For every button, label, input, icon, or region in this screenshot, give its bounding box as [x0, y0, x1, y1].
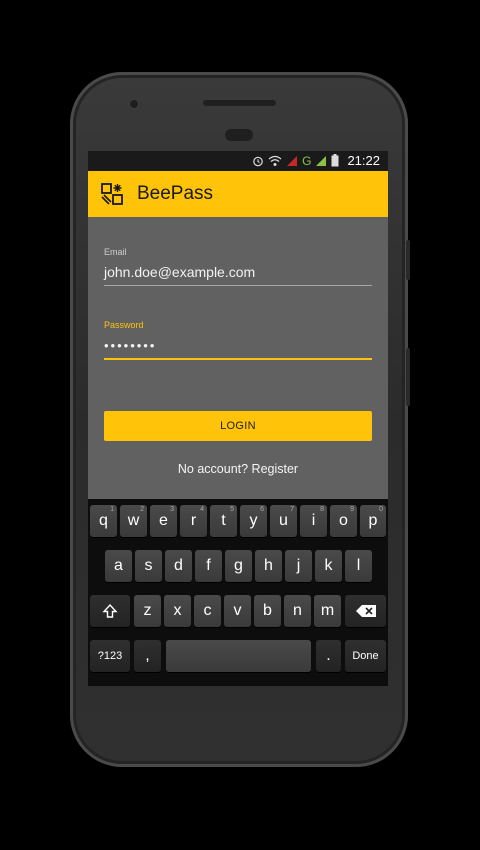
key-label: i — [311, 512, 316, 529]
key-e[interactable]: 3e — [150, 505, 177, 537]
key-m[interactable]: m — [314, 595, 341, 627]
key-o[interactable]: 9o — [330, 505, 357, 537]
backspace-icon — [355, 605, 376, 617]
key-i[interactable]: 8i — [300, 505, 327, 537]
signal-icon-2 — [316, 155, 327, 166]
front-camera — [128, 98, 140, 110]
key-s[interactable]: s — [135, 550, 162, 582]
key-q[interactable]: 1q — [90, 505, 117, 537]
key-x[interactable]: x — [164, 595, 191, 627]
comma-key[interactable]: , — [134, 640, 161, 672]
battery-icon — [331, 154, 339, 167]
key-hint: 5 — [230, 506, 234, 513]
key-hint: 8 — [320, 506, 324, 513]
done-key[interactable]: Done — [345, 640, 386, 672]
symbols-key[interactable]: ?123 — [90, 640, 130, 672]
register-link[interactable]: No account? Register — [88, 462, 388, 476]
key-t[interactable]: 5t — [210, 505, 237, 537]
key-w[interactable]: 2w — [120, 505, 147, 537]
key-v[interactable]: v — [224, 595, 251, 627]
key-hint: 4 — [200, 506, 204, 513]
key-l[interactable]: l — [345, 550, 372, 582]
key-h[interactable]: h — [255, 550, 282, 582]
email-underline — [104, 285, 372, 286]
shift-icon — [102, 603, 118, 618]
key-k[interactable]: k — [315, 550, 342, 582]
wifi-icon — [268, 155, 282, 166]
key-n[interactable]: n — [284, 595, 311, 627]
password-field[interactable]: •••••••• — [104, 338, 156, 353]
key-label: r — [190, 512, 197, 529]
key-label: u — [279, 512, 288, 529]
key-label: q — [99, 512, 108, 529]
key-hint: 9 — [350, 506, 354, 513]
key-hint: 7 — [290, 506, 294, 513]
network-type: G — [302, 153, 312, 168]
period-key[interactable]: . — [316, 640, 341, 672]
signal-icon — [287, 155, 298, 166]
space-key[interactable] — [166, 640, 311, 672]
email-field[interactable]: john.doe@example.com — [104, 264, 255, 280]
key-b[interactable]: b — [254, 595, 281, 627]
clock: 21:22 — [347, 153, 380, 168]
key-label: t — [221, 512, 226, 529]
volume-button — [406, 240, 410, 280]
backspace-key[interactable] — [345, 595, 386, 627]
key-y[interactable]: 6y — [240, 505, 267, 537]
power-button — [406, 348, 410, 406]
soft-keyboard: 1q 2w 3e 4r 5t 6y 7u 8i 9o 0p a s d f g … — [88, 499, 388, 686]
sensor-slot — [225, 129, 253, 141]
key-label: p — [368, 512, 378, 529]
status-bar: G 21:22 — [88, 151, 388, 171]
key-r[interactable]: 4r — [180, 505, 207, 537]
key-label: o — [339, 512, 348, 529]
app-title: BeePass — [137, 183, 214, 204]
key-label: e — [159, 512, 168, 529]
key-a[interactable]: a — [105, 550, 132, 582]
key-d[interactable]: d — [165, 550, 192, 582]
key-u[interactable]: 7u — [270, 505, 297, 537]
password-label: Password — [104, 320, 144, 330]
key-label: y — [249, 512, 258, 529]
key-p[interactable]: 0p — [360, 505, 386, 537]
key-j[interactable]: j — [285, 550, 312, 582]
key-hint: 2 — [140, 506, 144, 513]
key-f[interactable]: f — [195, 550, 222, 582]
key-label: w — [127, 512, 140, 529]
earpiece-speaker — [203, 100, 276, 106]
alarm-icon — [253, 156, 263, 166]
key-hint: 0 — [379, 506, 383, 513]
password-underline — [104, 358, 372, 360]
key-hint: 6 — [260, 506, 264, 513]
key-g[interactable]: g — [225, 550, 252, 582]
app-bar: BeePass — [88, 171, 388, 217]
beepass-logo-icon — [101, 183, 123, 205]
login-button[interactable]: LOGIN — [104, 411, 372, 441]
screen: G 21:22 BeePass Email john.doe@example.c… — [88, 151, 388, 686]
key-z[interactable]: z — [134, 595, 161, 627]
key-hint: 1 — [110, 506, 114, 513]
key-hint: 3 — [170, 506, 174, 513]
shift-key[interactable] — [90, 595, 130, 627]
email-label: Email — [104, 247, 127, 257]
key-c[interactable]: c — [194, 595, 221, 627]
